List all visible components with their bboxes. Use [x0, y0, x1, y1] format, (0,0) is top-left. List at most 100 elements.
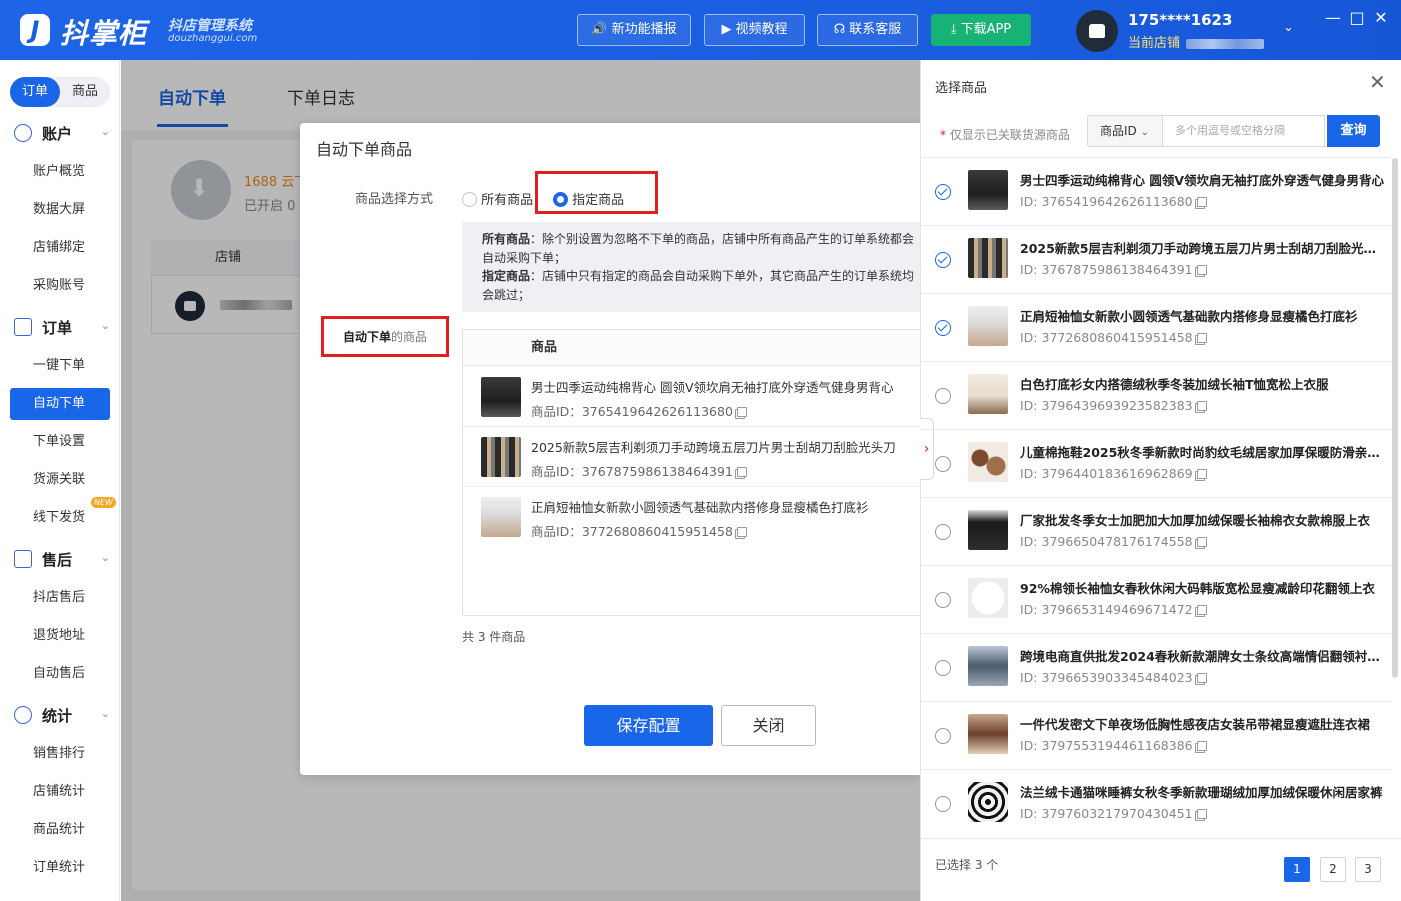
nav-item-product-stats[interactable]: 商品统计: [10, 814, 110, 846]
checkbox[interactable]: [935, 456, 951, 472]
copy-icon[interactable]: [736, 467, 747, 477]
list-item[interactable]: 男士四季运动纯棉背心 圆领V领坎肩无袖打底外穿透气健身男背心 ID: 37654…: [921, 158, 1391, 226]
nav-item-offline-shipping[interactable]: 线下发货 NEW: [10, 497, 116, 534]
copy-icon[interactable]: [1196, 469, 1207, 479]
chevron-down-icon: ⌄: [100, 125, 110, 138]
list-item[interactable]: 跨境电商直供批发2024春秋新款潮牌女士条纹高端情侣翻领衬衫潮 ID: 3796…: [921, 634, 1391, 702]
download-icon: ⤓: [950, 22, 957, 37]
filter-field-select[interactable]: 商品ID ⌄: [1087, 115, 1162, 147]
radio-all-products[interactable]: 所有商品: [462, 189, 533, 208]
page-2-button[interactable]: 2: [1320, 857, 1346, 882]
product-id: ID: 3796440183616962869: [1020, 466, 1207, 481]
nav-item-order-settings[interactable]: 下单设置: [10, 426, 110, 458]
close-button[interactable]: 关闭: [721, 705, 816, 746]
nav-group-account[interactable]: 账户 ⌄: [14, 123, 114, 144]
copy-icon[interactable]: [1196, 741, 1207, 751]
contact-support-button[interactable]: ☊ 联系客服: [817, 14, 918, 46]
selected-count: 已选择 3 个: [935, 858, 999, 872]
download-app-button[interactable]: ⤓ 下载APP: [931, 14, 1031, 46]
nav-item-store-binding[interactable]: 店铺绑定: [10, 232, 110, 264]
query-button[interactable]: 查询: [1327, 115, 1380, 147]
highlight-box: [535, 171, 658, 214]
checkbox-checked[interactable]: [935, 320, 951, 336]
nav-item-store-aftersale[interactable]: 抖店售后: [10, 582, 110, 614]
current-store[interactable]: 当前店铺: [1128, 32, 1265, 51]
segment-products[interactable]: 商品: [60, 77, 110, 107]
nav-item-account-overview[interactable]: 账户概览: [10, 156, 110, 188]
checkbox[interactable]: [935, 728, 951, 744]
video-tutorial-button[interactable]: ▶ 视频教程: [704, 14, 805, 46]
page-1-button[interactable]: 1: [1284, 857, 1310, 882]
list-item[interactable]: 法兰绒卡通猫咪睡裤女秋冬季新款珊瑚绒加厚加绒保暖休闲居家裤 ID: 379760…: [921, 770, 1391, 838]
auto-order-products-label: 自动下单的商品: [321, 316, 449, 357]
copy-icon[interactable]: [1196, 197, 1207, 207]
minimize-icon[interactable]: —: [1322, 8, 1344, 27]
copy-icon[interactable]: [1196, 537, 1207, 547]
checkbox[interactable]: [935, 592, 951, 608]
product-thumbnail: [968, 170, 1008, 210]
product-name: 男士四季运动纯棉背心 圆领V领坎肩无袖打底外穿透气健身男背心: [1020, 173, 1385, 188]
checkbox-checked[interactable]: [935, 184, 951, 200]
list-item[interactable]: 厂家批发冬季女士加肥加大加厚加绒保暖长袖棉衣女款棉服上衣 ID: 3796650…: [921, 498, 1391, 566]
logo-subtitle: 抖店管理系统: [168, 18, 252, 34]
logo-title: 抖掌柜: [60, 17, 148, 50]
nav-group-aftersale[interactable]: 售后 ⌄: [14, 549, 114, 570]
list-item[interactable]: 一件代发密文下单夜场低胸性感夜店女装吊带裙显瘦遮肚连衣裙 ID: 3797553…: [921, 702, 1391, 770]
search-input[interactable]: 多个用逗号或空格分隔: [1162, 115, 1325, 147]
copy-icon[interactable]: [1196, 265, 1207, 275]
nav-item-sales-ranking[interactable]: 销售排行: [10, 738, 110, 770]
product-id: 商品ID：3767875986138464391: [531, 461, 747, 480]
maximize-icon[interactable]: □: [1346, 8, 1368, 27]
nav-item-data-screen[interactable]: 数据大屏: [10, 194, 110, 226]
copy-icon[interactable]: [736, 527, 747, 537]
copy-icon[interactable]: [1196, 401, 1207, 411]
product-name: 92%棉领长袖恤女春秋休闲大码韩版宽松显瘦减龄印花翻领上衣: [1020, 581, 1375, 596]
checkbox[interactable]: [935, 796, 951, 812]
info-all-key: 所有商品: [482, 232, 531, 246]
nav-item-purchase-account[interactable]: 采购账号: [10, 270, 110, 302]
product-name: 男士四季运动纯棉背心 圆领V领坎肩无袖打底外穿透气健身男背心: [531, 380, 894, 395]
nav-item-return-address[interactable]: 退货地址: [10, 620, 110, 652]
list-item[interactable]: 2025新款5层吉利剃须刀手动跨境五层刀片男士刮胡刀刮脸光头刀 ID: 3767…: [921, 226, 1391, 294]
chevron-down-icon: ⌄: [100, 551, 110, 564]
close-icon[interactable]: ✕: [1369, 70, 1386, 94]
nav-item-store-stats[interactable]: 店铺统计: [10, 776, 110, 808]
new-feature-button[interactable]: 🔊 新功能播报: [577, 14, 691, 46]
copy-icon[interactable]: [1196, 673, 1207, 683]
checkbox[interactable]: [935, 660, 951, 676]
save-config-button[interactable]: 保存配置: [584, 705, 713, 746]
segment-orders[interactable]: 订单: [10, 77, 60, 107]
product-name: 法兰绒卡通猫咪睡裤女秋冬季新款珊瑚绒加厚加绒保暖休闲居家裤: [1020, 785, 1383, 800]
list-item[interactable]: 儿童棉拖鞋2025秋冬季新款时尚豹纹毛绒居家加厚保暖防滑亲子拖鞋 ID: 379…: [921, 430, 1391, 498]
chevron-down-icon[interactable]: ⌄: [1283, 20, 1294, 35]
list-item[interactable]: 正肩短袖恤女新款小圆领透气基础款内搭修身显瘦橘色打底衫 ID: 37726808…: [921, 294, 1391, 362]
copy-icon[interactable]: [1196, 605, 1207, 615]
selection-mode-info: 所有商品：除个别设置为忽略不下单的商品，店铺中所有商品产生的订单系统都会自动采购…: [462, 222, 920, 312]
user-avatar[interactable]: [1076, 10, 1118, 52]
nav-item-auto-order[interactable]: 自动下单: [10, 388, 110, 420]
checkbox[interactable]: [935, 524, 951, 540]
checkbox[interactable]: [935, 388, 951, 404]
pie-chart-icon: [14, 706, 32, 724]
page-3-button[interactable]: 3: [1355, 857, 1381, 882]
video-icon: ▶: [721, 22, 732, 37]
product-id: ID: 3765419642626113680: [1020, 194, 1207, 209]
list-item[interactable]: 白色打底衫女内搭德绒秋季冬装加绒长袖T恤宽松上衣服 ID: 3796439693…: [921, 362, 1391, 430]
product-thumbnail: [968, 374, 1008, 414]
copy-icon[interactable]: [736, 407, 747, 417]
product-thumbnail: [968, 782, 1008, 822]
return-icon: [14, 550, 32, 568]
list-item[interactable]: 92%棉领长袖恤女春秋休闲大码韩版宽松显瘦减龄印花翻领上衣 ID: 379665…: [921, 566, 1391, 634]
close-window-icon[interactable]: ✕: [1370, 8, 1392, 27]
copy-icon[interactable]: [1196, 333, 1207, 343]
checkbox-checked[interactable]: [935, 252, 951, 268]
product-thumbnail: [481, 497, 521, 537]
nav-item-order-stats[interactable]: 订单统计: [10, 852, 110, 884]
nav-group-statistics[interactable]: 统计 ⌄: [14, 705, 114, 726]
copy-icon[interactable]: [1196, 809, 1207, 819]
scrollbar[interactable]: [1392, 158, 1398, 678]
nav-item-auto-aftersale[interactable]: 自动售后: [10, 658, 110, 690]
nav-item-source-link[interactable]: 货源关联: [10, 464, 110, 496]
nav-item-one-click-order[interactable]: 一键下单: [10, 350, 110, 382]
nav-group-orders[interactable]: 订单 ⌄: [14, 317, 114, 338]
